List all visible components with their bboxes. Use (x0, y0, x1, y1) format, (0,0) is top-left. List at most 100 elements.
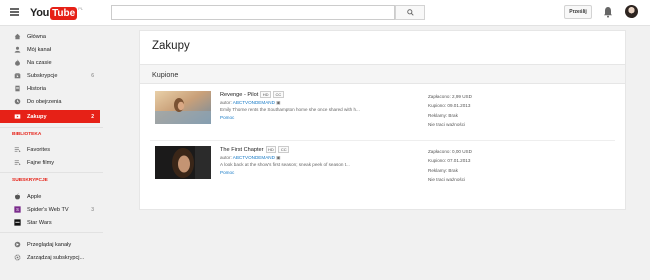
sidebar-item-star-wars[interactable]: Star Wars (0, 216, 100, 229)
sidebar-item-apple[interactable]: Apple (0, 190, 100, 203)
video-thumbnail[interactable] (155, 146, 211, 179)
item-title-row: Revenge - Pilot HD CC (220, 91, 284, 98)
verified-icon: ▣ (276, 100, 281, 105)
sidebar-item-label: Na czasie (27, 59, 52, 66)
video-title[interactable]: Revenge - Pilot (220, 92, 258, 98)
purchase-item: The First Chapter HD CC autor: ABCTVONDE… (140, 139, 625, 189)
sidebar-item-label: Subskrypcje (27, 72, 58, 79)
purchase-date: Kupiono: 09.01.2013 (428, 103, 471, 109)
sidebar-item-home[interactable]: Główna (0, 30, 100, 43)
section-header: Kupione (140, 65, 625, 84)
sidebar-item-label: Star Wars (27, 219, 52, 226)
playlist-icon (14, 146, 21, 153)
top-bar: You Tube PL Prześlij (0, 0, 650, 26)
subscriptions-heading: SUBSKRYPCJE (12, 178, 48, 183)
sidebar-item-label: Apple (27, 193, 42, 200)
purchase-details: Zapłacono: 0,00 USD Kupiono: 07.01.2013 … (428, 147, 472, 184)
author-link[interactable]: ABCTVONDEMAND (233, 155, 275, 160)
playlist-icon (14, 159, 21, 166)
upload-button[interactable]: Prześlij (564, 5, 592, 19)
sidebar-item-my-channel[interactable]: Mój kanał (0, 43, 100, 56)
svg-text:S: S (16, 207, 19, 212)
help-link[interactable]: Pomoc (220, 170, 234, 175)
sidebar-item-label: Spider's Web TV (27, 206, 69, 213)
video-author: autor: ABCTVONDEMAND ▣ (220, 155, 281, 161)
logo-you-text: You (30, 7, 50, 19)
hd-badge: HD (265, 146, 277, 153)
author-link[interactable]: ABCTVONDEMAND (233, 100, 275, 105)
channel-icon: S (14, 206, 21, 213)
youtube-logo[interactable]: You Tube PL (30, 5, 83, 21)
page-title: Zakupy (152, 40, 190, 52)
sidebar-divider (0, 232, 103, 233)
paid-amount: Zapłacono: 2,99 USD (428, 94, 472, 99)
purchase-details: Zapłacono: 2,99 USD Kupiono: 09.01.2013 … (428, 92, 472, 129)
video-title[interactable]: The First Chapter (220, 147, 264, 153)
starwars-icon (14, 219, 21, 226)
person-icon (14, 46, 21, 53)
ads-status: Reklamy: Brak (428, 112, 458, 118)
purchases-card: Kupione Revenge - Pilot HD CC autor: ABC… (139, 65, 626, 210)
verified-icon: ▣ (276, 155, 281, 160)
sidebar-item-label: Przeglądaj kanały (27, 241, 72, 248)
sidebar-item-label: Do obejrzenia (27, 98, 62, 105)
video-description: A look back at the show's first season; … (220, 162, 350, 167)
author-label: autor: (220, 155, 232, 160)
sidebar-item-trending[interactable]: Na czasie (0, 56, 100, 69)
logo-tube-text: Tube (50, 6, 78, 20)
purchases-count: 2 (91, 113, 94, 120)
subscriptions-icon (14, 72, 21, 79)
video-author: autor: ABCTVONDEMAND ▣ (220, 100, 281, 106)
sidebar-item-label: Mój kanał (27, 46, 51, 53)
cc-badge: CC (273, 91, 284, 98)
sidebar-item-purchases[interactable]: Zakupy 2 (0, 110, 100, 123)
search-input[interactable] (111, 5, 395, 20)
video-thumbnail[interactable] (155, 91, 211, 124)
sidebar-item-label: Główna (27, 33, 46, 40)
sidebar: Główna Mój kanał Na czasie Subskrypcje 6… (0, 26, 105, 280)
history-icon (14, 85, 21, 92)
hd-badge: HD (260, 91, 272, 98)
sidebar-divider (0, 172, 103, 173)
avatar[interactable] (625, 5, 638, 18)
home-icon (14, 33, 21, 40)
expiry-status: Nie traci ważności (428, 121, 466, 127)
item-title-row: The First Chapter HD CC (220, 146, 290, 153)
apple-icon (14, 193, 21, 200)
search-icon (406, 9, 414, 16)
sidebar-divider (0, 127, 103, 128)
spiders-web-count: 3 (91, 206, 94, 213)
sidebar-item-label: Historia (27, 85, 46, 92)
cc-badge: CC (278, 146, 290, 153)
subscriptions-count: 6 (91, 72, 94, 79)
sidebar-item-spiders-web-tv[interactable]: S Spider's Web TV 3 (0, 203, 100, 216)
bell-icon[interactable] (603, 6, 613, 18)
sidebar-item-manage-subscriptions[interactable]: Zarządzaj subskrypcj... (0, 251, 100, 264)
browse-icon (14, 241, 21, 248)
expiry-status: Nie traci ważności (428, 176, 466, 182)
ads-status: Reklamy: Brak (428, 167, 458, 173)
clock-icon (14, 98, 21, 105)
sidebar-item-favorites[interactable]: Favorites (0, 143, 100, 156)
menu-icon[interactable] (10, 8, 19, 16)
sidebar-item-history[interactable]: Historia (0, 82, 100, 95)
help-link[interactable]: Pomoc (220, 115, 234, 120)
sidebar-item-browse-channels[interactable]: Przeglądaj kanały (0, 238, 100, 251)
flame-icon (14, 59, 21, 66)
gear-icon (14, 254, 21, 261)
sidebar-item-subscriptions[interactable]: Subskrypcje 6 (0, 69, 100, 82)
purchases-icon (14, 113, 21, 120)
sidebar-item-cool-videos[interactable]: Fajne filmy (0, 156, 100, 169)
paid-amount: Zapłacono: 0,00 USD (428, 149, 472, 154)
search-button[interactable] (395, 5, 425, 20)
section-title: Kupione (152, 70, 179, 79)
sidebar-item-watch-later[interactable]: Do obejrzenia (0, 95, 100, 108)
purchase-date: Kupiono: 07.01.2013 (428, 158, 471, 164)
library-heading: BIBLIOTEKA (12, 132, 42, 137)
sidebar-item-label: Favorites (27, 146, 51, 153)
video-description: Emily Thorne rents the Southampton home … (220, 107, 360, 112)
logo-region: PL (78, 6, 84, 11)
sidebar-item-label: Fajne filmy (27, 159, 55, 166)
sidebar-item-label: Zakupy (27, 113, 47, 120)
purchase-item: Revenge - Pilot HD CC autor: ABCTVONDEMA… (140, 84, 625, 134)
